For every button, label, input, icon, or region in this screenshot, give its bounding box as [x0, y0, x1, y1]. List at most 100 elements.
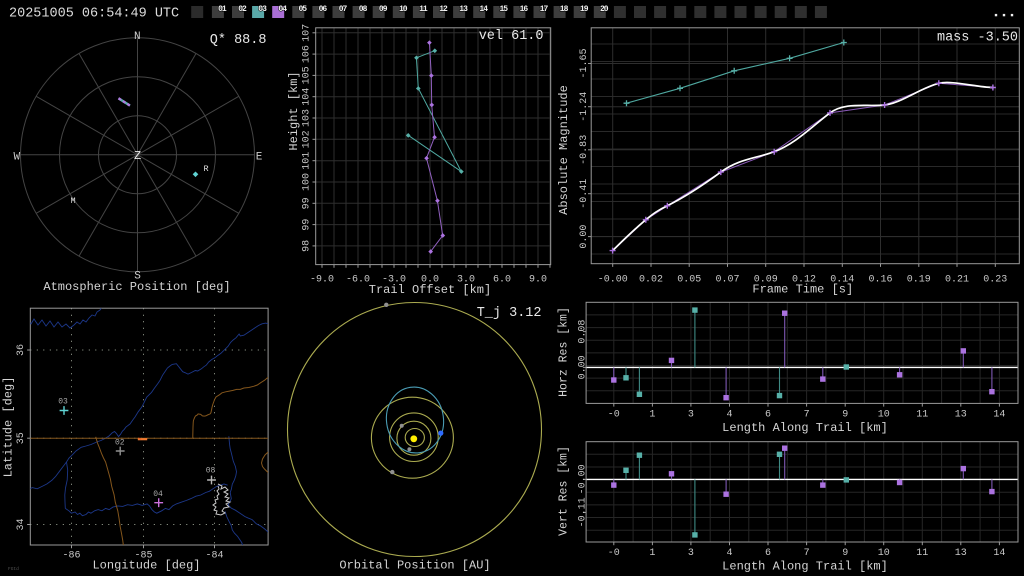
svg-text:99: 99 [302, 197, 313, 209]
svg-text:Height [km]: Height [km] [287, 71, 301, 150]
svg-text:Horz Res [km]: Horz Res [km] [558, 307, 571, 397]
svg-text:13: 13 [955, 410, 967, 421]
svg-text:20: 20 [600, 5, 609, 14]
svg-text:Latitude [deg]: Latitude [deg] [2, 377, 16, 478]
svg-text:0.05: 0.05 [677, 275, 701, 286]
svg-text:Atmospheric Position [deg]: Atmospheric Position [deg] [43, 280, 230, 294]
svg-text:02: 02 [115, 438, 125, 447]
svg-text:13: 13 [459, 5, 468, 14]
svg-text:0.00: 0.00 [579, 225, 590, 249]
svg-text:101: 101 [302, 152, 313, 170]
svg-text:-84: -84 [205, 551, 223, 562]
svg-text:11: 11 [916, 548, 928, 559]
svg-text:Z: Z [134, 149, 141, 163]
svg-text:11: 11 [916, 410, 928, 421]
svg-text:M: M [71, 196, 76, 206]
svg-text:E: E [256, 151, 263, 163]
svg-text:W: W [13, 151, 20, 163]
svg-text:102: 102 [302, 130, 313, 148]
svg-text:34: 34 [16, 518, 27, 530]
svg-text:11: 11 [419, 5, 428, 14]
svg-text:-6.0: -6.0 [346, 275, 370, 286]
svg-text:Length Along Trail [km]: Length Along Trail [km] [722, 559, 888, 573]
svg-text:Absolute Magnitude: Absolute Magnitude [557, 85, 571, 215]
svg-text:09: 09 [379, 5, 388, 14]
svg-text:05: 05 [299, 5, 308, 14]
svg-text:107: 107 [302, 24, 313, 42]
svg-text:103: 103 [302, 109, 313, 127]
svg-text:10: 10 [878, 548, 890, 559]
svg-text:-86: -86 [62, 551, 80, 562]
svg-text:15: 15 [500, 5, 509, 14]
svg-text:Orbital Position [AU]: Orbital Position [AU] [339, 559, 490, 573]
svg-text:mass -3.50: mass -3.50 [937, 31, 1018, 46]
svg-text:-0.41: -0.41 [579, 179, 590, 209]
svg-text:0.07: 0.07 [715, 275, 739, 286]
svg-text:105: 105 [302, 66, 313, 84]
svg-text:7: 7 [804, 410, 810, 421]
svg-text:08: 08 [206, 467, 216, 476]
svg-text:6: 6 [765, 410, 771, 421]
svg-text:-9.0: -9.0 [310, 275, 334, 286]
svg-text:0.16: 0.16 [868, 275, 892, 286]
svg-text:35: 35 [16, 432, 27, 444]
svg-text:Frame Time [s]: Frame Time [s] [752, 283, 853, 297]
svg-text:16: 16 [520, 5, 529, 14]
svg-text:N: N [134, 31, 141, 43]
svg-text:R: R [204, 164, 209, 174]
svg-text:04: 04 [278, 5, 287, 14]
svg-text:106: 106 [302, 45, 313, 63]
svg-text:1: 1 [649, 548, 655, 559]
svg-text:6: 6 [765, 548, 771, 559]
svg-text:0.02: 0.02 [639, 275, 663, 286]
svg-text:-0: -0 [608, 410, 620, 421]
svg-text:04: 04 [153, 490, 163, 499]
svg-text:1: 1 [649, 410, 655, 421]
svg-text:17: 17 [540, 5, 549, 14]
svg-text:T_j 3.12: T_j 3.12 [477, 306, 542, 321]
svg-text:-0: -0 [608, 548, 620, 559]
svg-text:-0.00: -0.00 [578, 464, 589, 494]
svg-text:0.23: 0.23 [983, 275, 1007, 286]
svg-text:14: 14 [993, 548, 1005, 559]
svg-text:13: 13 [955, 548, 967, 559]
svg-text:01: 01 [218, 5, 227, 14]
svg-text:FGtd: FGtd [8, 566, 19, 572]
svg-text:03: 03 [258, 5, 267, 14]
svg-text:20251005 06:54:49 UTC: 20251005 06:54:49 UTC [9, 7, 179, 22]
svg-text:19: 19 [580, 5, 589, 14]
svg-text:3: 3 [688, 410, 694, 421]
svg-text:0.21: 0.21 [945, 275, 969, 286]
svg-text:104: 104 [302, 88, 313, 106]
svg-text:vel 61.0: vel 61.0 [479, 29, 544, 44]
svg-text:98: 98 [302, 240, 313, 252]
svg-text:-0.11: -0.11 [578, 497, 589, 527]
svg-text:4: 4 [726, 410, 732, 421]
svg-text:12: 12 [439, 5, 448, 14]
svg-text:10: 10 [399, 5, 408, 14]
svg-text:36: 36 [16, 344, 27, 356]
svg-text:99: 99 [302, 219, 313, 231]
svg-text:06: 06 [319, 5, 328, 14]
svg-text:0.00: 0.00 [578, 355, 589, 379]
svg-text:Trail Offset [km]: Trail Offset [km] [369, 283, 491, 297]
svg-text:-0.00: -0.00 [598, 275, 628, 286]
svg-text:10: 10 [878, 410, 890, 421]
svg-text:Q* 88.8: Q* 88.8 [210, 33, 267, 48]
svg-text:Longitude [deg]: Longitude [deg] [92, 559, 200, 573]
svg-text:0.08: 0.08 [578, 320, 589, 344]
svg-text:08: 08 [359, 5, 368, 14]
svg-text:Vert Res [km]: Vert Res [km] [558, 446, 571, 536]
svg-text:-1.24: -1.24 [579, 92, 590, 122]
svg-text:6.0: 6.0 [493, 275, 511, 286]
svg-text:07: 07 [339, 5, 348, 14]
svg-text:0.19: 0.19 [907, 275, 931, 286]
svg-text:9: 9 [842, 548, 848, 559]
svg-text:3: 3 [688, 548, 694, 559]
svg-text:14: 14 [479, 5, 488, 14]
svg-text:14: 14 [993, 410, 1005, 421]
svg-text:Length Along Trail [km]: Length Along Trail [km] [722, 421, 888, 435]
svg-text:-1.65: -1.65 [579, 48, 590, 78]
svg-text:9.0: 9.0 [529, 275, 547, 286]
svg-text:-0.83: -0.83 [579, 135, 590, 165]
